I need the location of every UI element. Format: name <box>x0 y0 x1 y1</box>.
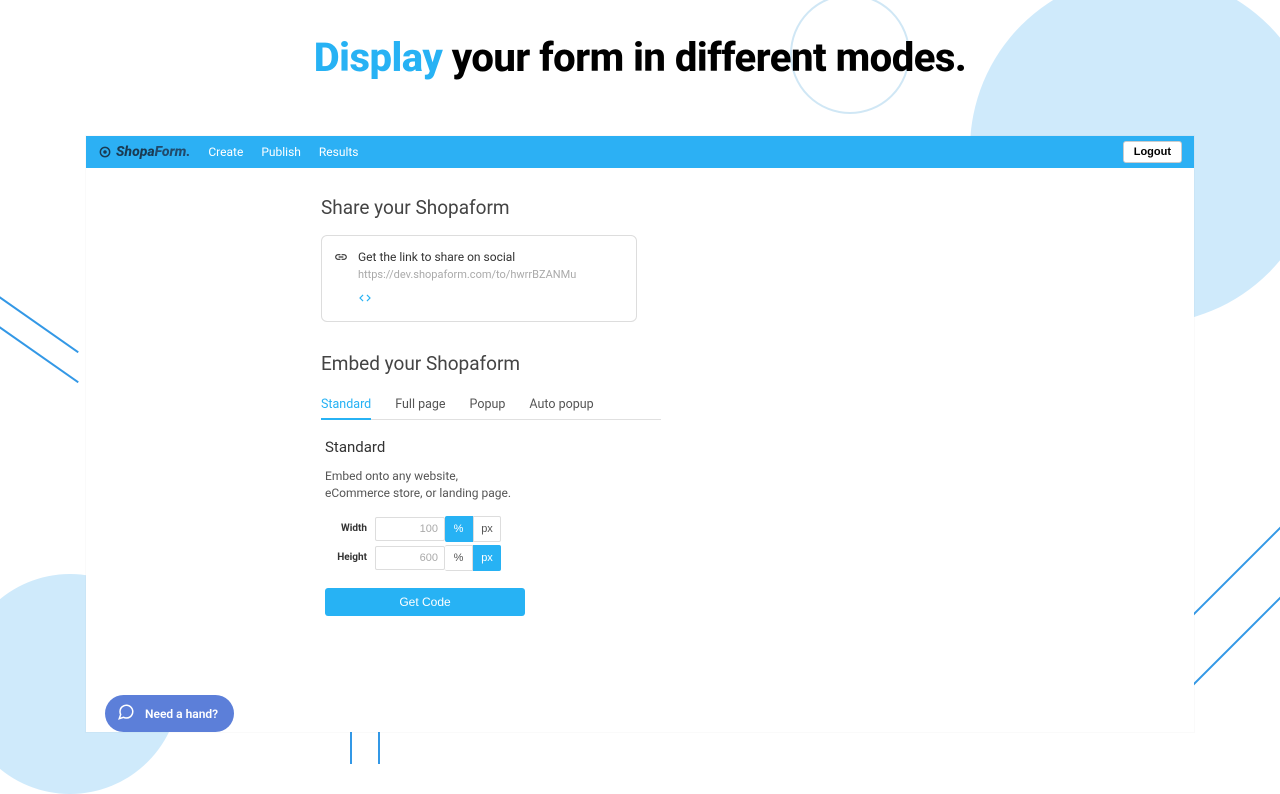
embed-section-title: Embed your Shopaform <box>321 352 1194 375</box>
embed-tabs: Standard Full page Popup Auto popup <box>321 391 661 420</box>
height-label: Height <box>325 552 375 563</box>
nav-link-publish[interactable]: Publish <box>261 145 301 159</box>
navbar: ShopaForm. Create Publish Results Logout <box>86 136 1194 168</box>
width-unit-px[interactable]: px <box>473 516 501 542</box>
chat-widget[interactable]: Need a hand? <box>105 695 234 732</box>
nav-link-create[interactable]: Create <box>208 145 243 159</box>
share-url[interactable]: https://dev.shopaform.com/to/hwrrBZANMu <box>358 268 624 281</box>
get-code-button[interactable]: Get Code <box>325 588 525 616</box>
tab-content-standard: Standard Embed onto any website, eCommer… <box>321 438 1194 616</box>
brand-logo[interactable]: ShopaForm. <box>98 144 190 160</box>
share-card: Get the link to share on social https://… <box>321 235 637 322</box>
headline-rest: your form in different modes. <box>442 34 966 81</box>
brand-shopa: Shopa <box>116 144 155 160</box>
app-window: ShopaForm. Create Publish Results Logout… <box>86 136 1194 732</box>
height-unit-percent[interactable]: % <box>445 545 473 571</box>
width-row: Width % px <box>325 516 1194 542</box>
link-icon <box>334 250 348 264</box>
brand-form: Form. <box>155 144 191 160</box>
logout-button[interactable]: Logout <box>1123 141 1182 163</box>
chat-label: Need a hand? <box>145 707 218 721</box>
tab-standard[interactable]: Standard <box>321 391 371 420</box>
height-unit-px[interactable]: px <box>473 545 501 571</box>
headline-accent: Display <box>314 34 443 81</box>
tab-popup[interactable]: Popup <box>470 391 506 419</box>
page-headline: Display your form in different modes. <box>0 34 1280 81</box>
width-unit-percent[interactable]: % <box>445 516 473 542</box>
navbar-left: ShopaForm. Create Publish Results <box>98 144 359 160</box>
logo-icon <box>98 145 112 159</box>
standard-desc: Embed onto any website, eCommerce store,… <box>325 468 515 502</box>
nav-links: Create Publish Results <box>208 145 358 159</box>
tab-full-page[interactable]: Full page <box>395 391 445 419</box>
width-label: Width <box>325 523 375 534</box>
height-input[interactable] <box>375 546 445 570</box>
share-label: Get the link to share on social <box>358 250 624 264</box>
chat-icon <box>117 703 135 724</box>
standard-heading: Standard <box>325 438 1194 456</box>
code-icon[interactable] <box>358 291 624 305</box>
height-row: Height % px <box>325 545 1194 571</box>
nav-link-results[interactable]: Results <box>319 145 359 159</box>
share-section-title: Share your Shopaform <box>321 196 1194 219</box>
content-area: Share your Shopaform Get the link to sha… <box>86 168 1194 616</box>
width-input[interactable] <box>375 517 445 541</box>
tab-auto-popup[interactable]: Auto popup <box>529 391 593 419</box>
